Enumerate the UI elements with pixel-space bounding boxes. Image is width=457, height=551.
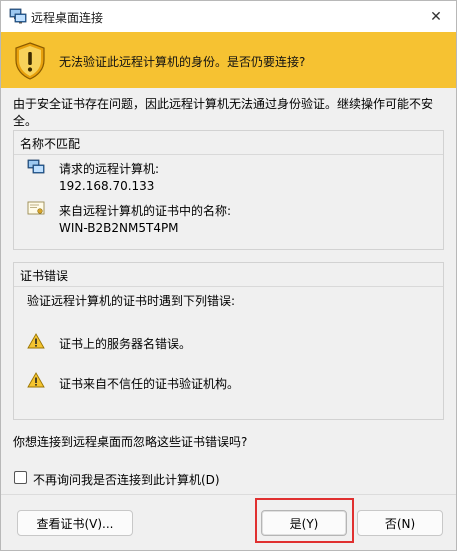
cert-errors-title: 证书错误 [20, 269, 69, 283]
intro-text: 由于安全证书存在问题，因此远程计算机无法通过身份验证。继续操作可能不安全。 [13, 97, 434, 128]
warning-icon [27, 372, 45, 388]
close-button[interactable]: ✕ [416, 1, 456, 32]
cert-error-item: 证书来自不信任的证书验证机构。 [59, 377, 240, 391]
name-mismatch-group: 名称不匹配 请求的远程计算机: 192.168.70.133 来自远程计算机的证… [13, 130, 444, 250]
cert-name-value: WIN-B2B2NM5T4PM [59, 221, 179, 235]
highlight-box [255, 498, 354, 543]
warning-banner: 无法验证此远程计算机的身份。是否仍要连接? [1, 32, 456, 88]
remote-desktop-dialog: 远程桌面连接 ✕ 无法验证此远程计算机的身份。是否仍要连接? 由于安全证书存在问… [0, 0, 457, 551]
warning-icon [27, 333, 45, 349]
window-title: 远程桌面连接 [31, 11, 104, 25]
no-button[interactable]: 否(N) [357, 510, 443, 536]
cert-name-label: 来自远程计算机的证书中的名称: [59, 204, 232, 218]
cert-errors-description: 验证远程计算机的证书时遇到下列错误: [27, 294, 236, 308]
requested-computer-label: 请求的远程计算机: [59, 162, 160, 176]
dont-ask-label[interactable]: 不再询问我是否连接到此计算机(D) [33, 471, 220, 488]
close-icon: ✕ [430, 8, 442, 25]
cert-error-item: 证书上的服务器名错误。 [59, 337, 192, 351]
remote-desktop-icon [9, 8, 27, 24]
name-mismatch-title: 名称不匹配 [20, 137, 81, 151]
computer-icon [27, 159, 45, 174]
group-divider [14, 154, 443, 155]
view-certificate-button[interactable]: 查看证书(V)... [17, 510, 133, 536]
shield-warning-icon [15, 42, 45, 80]
dont-ask-checkbox[interactable] [14, 471, 27, 484]
footer-divider [1, 494, 456, 495]
certificate-icon [27, 201, 45, 215]
title-bar: 远程桌面连接 ✕ [1, 1, 456, 32]
confirm-question: 你想连接到远程桌面而忽略这些证书错误吗? [13, 435, 248, 449]
banner-message: 无法验证此远程计算机的身份。是否仍要连接? [59, 55, 306, 69]
group-divider [14, 286, 443, 287]
cert-errors-group: 证书错误 验证远程计算机的证书时遇到下列错误: 证书上的服务器名错误。 证书来自… [13, 262, 444, 420]
requested-computer-value: 192.168.70.133 [59, 179, 155, 193]
